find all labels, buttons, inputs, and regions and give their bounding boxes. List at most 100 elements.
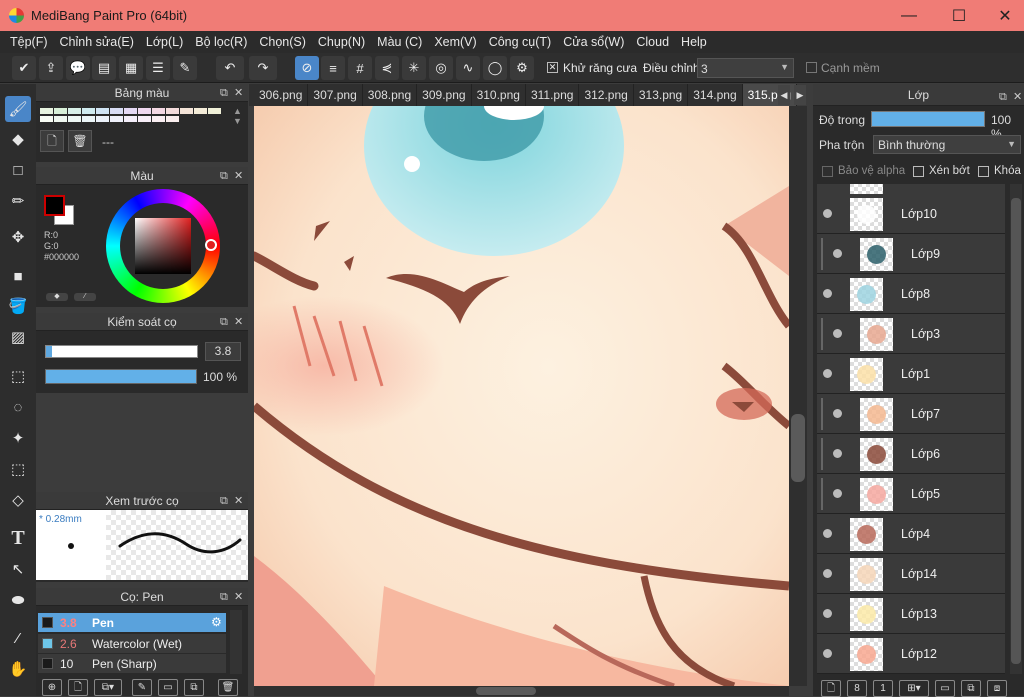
- layer-row[interactable]: Lớp8: [817, 274, 1005, 314]
- lock-checkbox[interactable]: [978, 166, 989, 177]
- eyedropper-tool-icon[interactable]: ⁄: [5, 625, 31, 651]
- tab-308[interactable]: 308.png: [363, 84, 418, 106]
- protect-alpha-checkbox[interactable]: [822, 166, 833, 177]
- brush-settings-gear-icon[interactable]: ⚙: [211, 615, 222, 629]
- close-icon[interactable]: ✕: [234, 588, 243, 606]
- select-pen-tool-icon[interactable]: ⬚: [5, 456, 31, 482]
- menu-filter[interactable]: Bộ lọc(R): [189, 35, 253, 49]
- lasso-tool-icon[interactable]: ◌: [5, 394, 31, 420]
- tab-309[interactable]: 309.png: [417, 84, 472, 106]
- brush-tool-icon[interactable]: 🖌: [5, 96, 31, 122]
- text-tool-icon[interactable]: T: [5, 525, 31, 551]
- visibility-eye-icon[interactable]: [823, 529, 832, 538]
- visibility-eye-icon[interactable]: [833, 329, 842, 338]
- tab-scroll-left-icon[interactable]: ◀: [778, 85, 790, 105]
- layer-row[interactable]: Lớp13: [817, 594, 1005, 634]
- close-icon[interactable]: ✕: [234, 167, 243, 185]
- dot-tool-icon[interactable]: □: [5, 157, 31, 183]
- layer-row[interactable]: Lớp3: [817, 314, 1005, 354]
- blur-tool-icon[interactable]: ✏: [5, 188, 31, 214]
- tab-311[interactable]: 311.png: [526, 84, 580, 106]
- brush-edit-icon[interactable]: ✎: [132, 679, 152, 696]
- brush-folder-icon[interactable]: ▭: [158, 679, 178, 696]
- brush-menu-icon[interactable]: ⧉▾: [94, 679, 122, 696]
- document-icon[interactable]: ▦: [119, 56, 143, 80]
- popout-icon[interactable]: ⧉: [220, 84, 228, 102]
- layer-row[interactable]: Lớp4: [817, 514, 1005, 554]
- tab-306[interactable]: 306.png: [254, 84, 309, 106]
- operation-tool-icon[interactable]: ↖: [5, 556, 31, 582]
- layer-row[interactable]: Lớp7: [817, 394, 1005, 434]
- tab-scroll-right-icon[interactable]: ▶: [794, 85, 806, 105]
- color-mode-button[interactable]: ◆: [46, 293, 68, 301]
- chat-icon[interactable]: ▤: [92, 56, 116, 80]
- drawing-canvas[interactable]: [254, 106, 789, 686]
- hand-tool-icon[interactable]: ✋: [5, 656, 31, 682]
- soft-edge-checkbox[interactable]: [806, 62, 817, 73]
- color-picker-button[interactable]: ⁄: [74, 293, 96, 301]
- bucket-tool-icon[interactable]: 🪣: [5, 293, 31, 319]
- blend-mode-select[interactable]: Bình thường ▼: [873, 135, 1021, 154]
- upload-icon[interactable]: ⇪: [39, 56, 63, 80]
- eraser-tool-icon[interactable]: ◆: [5, 126, 31, 152]
- layer-row[interactable]: Lớp10: [817, 194, 1005, 234]
- menu-view[interactable]: Xem(V): [428, 35, 482, 49]
- visibility-eye-icon[interactable]: [823, 209, 832, 218]
- maximize-button[interactable]: ☐: [936, 0, 982, 31]
- brush-list-scrollbar[interactable]: [230, 610, 242, 674]
- divide-tool-icon[interactable]: ⬬: [5, 587, 31, 613]
- close-icon[interactable]: ✕: [234, 313, 243, 331]
- visibility-eye-icon[interactable]: [823, 609, 832, 618]
- duplicate-layer-icon[interactable]: ⧉: [961, 680, 981, 697]
- merge-layer-icon[interactable]: ⧈: [987, 680, 1007, 697]
- saturation-value-square[interactable]: [135, 218, 191, 274]
- delete-palette-trash-icon[interactable]: 🗑: [68, 130, 92, 152]
- new-brush-icon[interactable]: 🗋: [68, 679, 88, 696]
- layer-list-scrollbar[interactable]: [1010, 184, 1022, 674]
- redo-button[interactable]: ↷: [249, 56, 277, 80]
- ellipse-snap-icon[interactable]: ◯: [483, 56, 507, 80]
- menu-layer[interactable]: Lớp(L): [140, 35, 189, 49]
- layer-opacity-slider[interactable]: [871, 111, 985, 127]
- hue-handle[interactable]: [205, 239, 217, 251]
- popout-icon[interactable]: ⧉: [220, 167, 228, 185]
- brush-item-pen-sharp[interactable]: 10 Pen (Sharp): [38, 654, 226, 673]
- adjust-select[interactable]: 3 ▼: [697, 58, 794, 78]
- brush-opacity-slider[interactable]: [45, 369, 197, 384]
- delete-brush-trash-icon[interactable]: 🗑: [218, 679, 238, 696]
- visibility-eye-icon[interactable]: [833, 409, 842, 418]
- tab-313[interactable]: 313.png: [634, 84, 689, 106]
- palette-swatches[interactable]: [40, 106, 221, 126]
- primary-color-swatch[interactable]: [44, 195, 65, 216]
- tab-307[interactable]: 307.png: [308, 84, 363, 106]
- menu-help[interactable]: Help: [675, 35, 713, 49]
- visibility-eye-icon[interactable]: [823, 569, 832, 578]
- visibility-eye-icon[interactable]: [833, 249, 842, 258]
- new-halftone-layer-icon[interactable]: 8: [847, 680, 867, 697]
- tab-310[interactable]: 310.png: [472, 84, 526, 106]
- list-icon[interactable]: ☰: [146, 56, 170, 80]
- edit-list-icon[interactable]: ✎: [173, 56, 197, 80]
- brush-size-slider[interactable]: [45, 345, 198, 358]
- visibility-eye-icon[interactable]: [823, 369, 832, 378]
- new-palette-icon[interactable]: 🗋: [40, 130, 64, 152]
- close-icon[interactable]: ✕: [234, 84, 243, 102]
- canvas-scroll-thumb[interactable]: [791, 414, 805, 482]
- comment-icon[interactable]: 💬: [66, 56, 90, 80]
- snap-off-icon[interactable]: ⊘: [295, 56, 319, 80]
- clip-checkbox[interactable]: [913, 166, 924, 177]
- menu-tools[interactable]: Công cụ(T): [483, 35, 558, 49]
- duplicate-brush-icon[interactable]: ⧉: [184, 679, 204, 696]
- minimize-button[interactable]: —: [886, 0, 932, 31]
- menu-cloud[interactable]: Cloud: [630, 35, 675, 49]
- new-layer-icon[interactable]: 🗋: [821, 680, 841, 697]
- canvas-hscroll-thumb[interactable]: [476, 687, 536, 695]
- visibility-eye-icon[interactable]: [833, 489, 842, 498]
- fill-rect-tool-icon[interactable]: ■: [5, 263, 31, 289]
- brush-item-pen[interactable]: 3.8 Pen ⚙: [38, 613, 226, 632]
- snap-settings-gear-icon[interactable]: ⚙: [510, 56, 534, 80]
- select-rect-tool-icon[interactable]: ⬚: [5, 363, 31, 389]
- close-icon[interactable]: ✕: [234, 492, 243, 510]
- add-layer-menu-icon[interactable]: ⊞▾: [899, 680, 929, 697]
- popout-icon[interactable]: ⧉: [999, 86, 1007, 108]
